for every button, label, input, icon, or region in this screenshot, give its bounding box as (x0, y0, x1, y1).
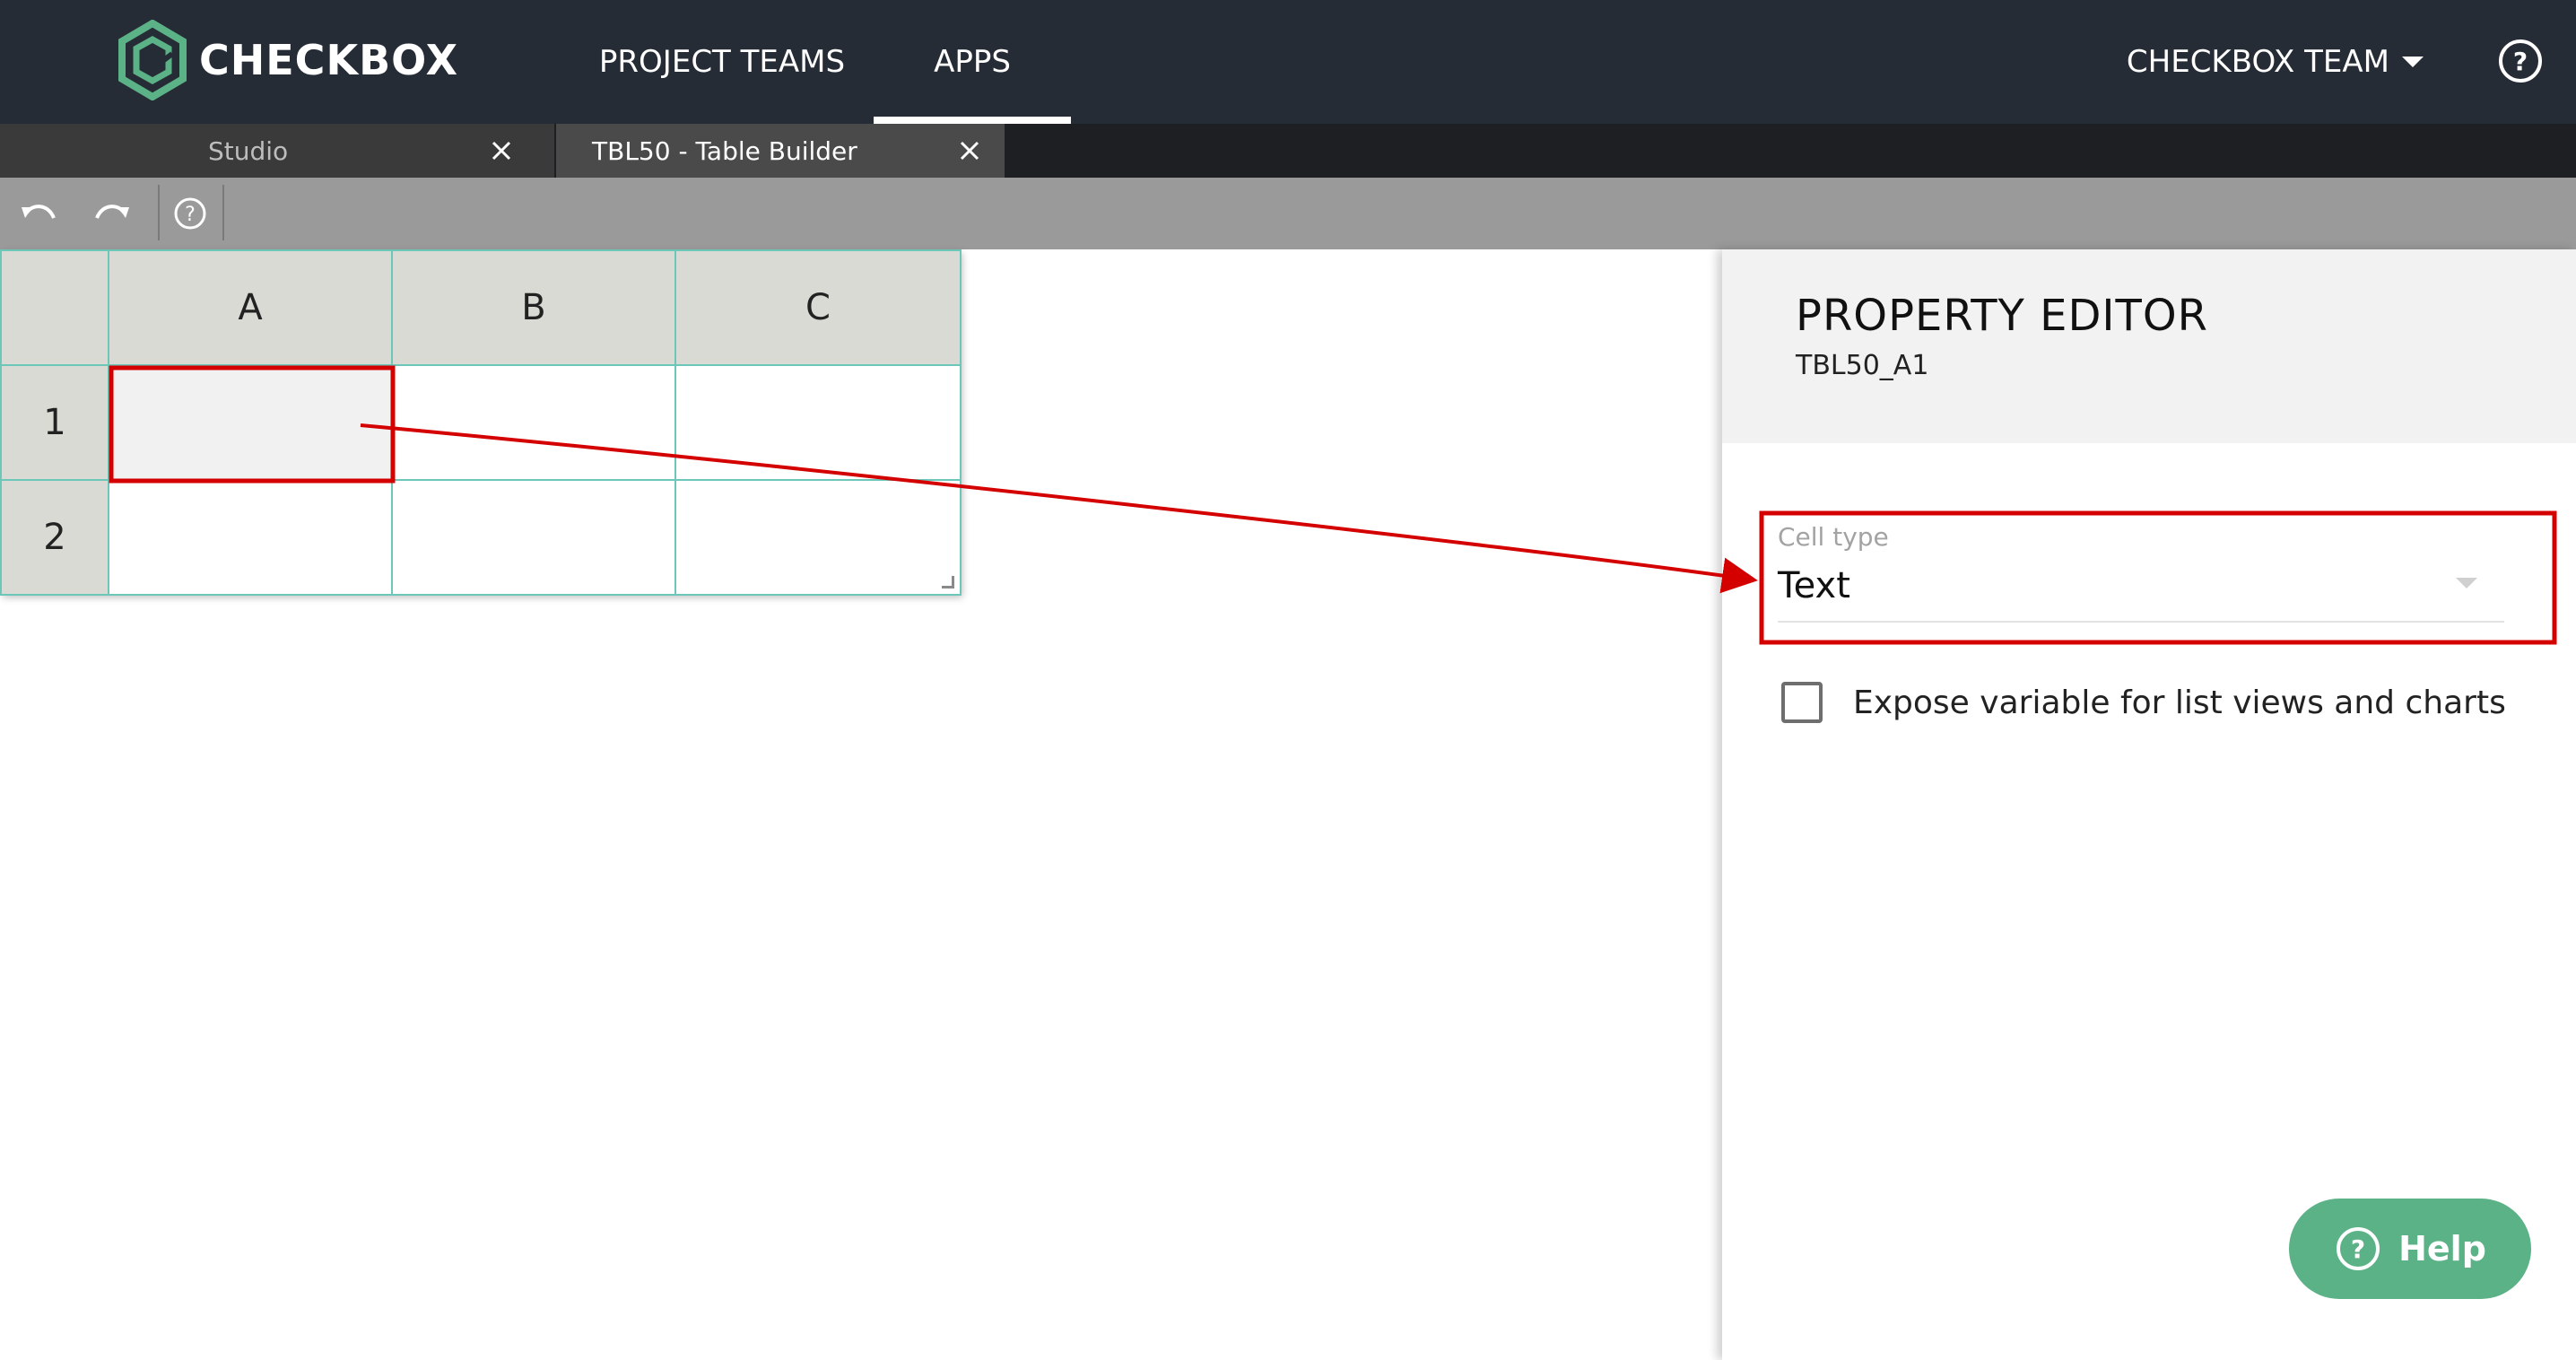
tab-studio[interactable]: Studio (0, 124, 554, 178)
top-navigation: CHECKBOX PROJECT TEAMS APPS CHECKBOX TEA… (0, 0, 2576, 124)
column-header-a[interactable]: A (108, 249, 393, 366)
field-underline (1778, 621, 2504, 623)
column-header-b[interactable]: B (391, 249, 676, 366)
question-circle-icon[interactable]: ? (2497, 38, 2544, 84)
redo-button[interactable] (90, 194, 133, 233)
property-editor-subtitle: TBL50_A1 (1796, 350, 1929, 381)
svg-text:?: ? (185, 204, 196, 226)
close-icon[interactable] (956, 137, 983, 164)
caret-down-icon (2402, 57, 2424, 67)
grid-resize-handle[interactable] (942, 576, 954, 588)
editor-toolbar: ? (0, 178, 2576, 249)
nav-project-teams[interactable]: PROJECT TEAMS (574, 0, 870, 124)
undo-button[interactable] (18, 194, 61, 233)
close-icon[interactable] (488, 137, 515, 164)
help-button-label: Help (2398, 1229, 2486, 1268)
undo-icon (22, 205, 56, 219)
column-header-c[interactable]: C (674, 249, 962, 366)
question-circle-icon: ? (2337, 1227, 2380, 1270)
nav-apps[interactable]: APPS (874, 0, 1071, 124)
cell-a2[interactable] (108, 479, 393, 596)
brand-logo[interactable]: CHECKBOX (117, 20, 458, 100)
brand-name: CHECKBOX (199, 36, 459, 84)
question-circle-icon: ? (174, 197, 206, 230)
cell-a1[interactable] (108, 364, 393, 481)
svg-text:?: ? (2351, 1234, 2365, 1264)
cell-b2[interactable] (391, 479, 676, 596)
row-header-2[interactable]: 2 (0, 479, 109, 596)
redo-icon (95, 205, 129, 219)
cell-type-select[interactable]: Cell type Text (1778, 519, 2522, 626)
tab-bar: Studio TBL50 - Table Builder (0, 124, 2576, 178)
row-header-1[interactable]: 1 (0, 364, 109, 481)
property-editor-panel: PROPERTY EDITOR TBL50_A1 Cell type Text … (1722, 249, 2576, 1360)
cell-c2[interactable] (674, 479, 962, 596)
team-dropdown[interactable]: CHECKBOX TEAM (2127, 0, 2424, 124)
expose-variable-option[interactable]: Expose variable for list views and chart… (1781, 680, 2506, 725)
svg-text:?: ? (2513, 47, 2528, 76)
team-label: CHECKBOX TEAM (2126, 44, 2389, 80)
cell-c1[interactable] (674, 364, 962, 481)
toolbar-divider (158, 185, 160, 240)
toolbar-divider (222, 185, 224, 240)
tab-table-builder[interactable]: TBL50 - Table Builder (556, 124, 1005, 178)
property-editor-header: PROPERTY EDITOR TBL50_A1 (1722, 249, 2576, 443)
cell-b1[interactable] (391, 364, 676, 481)
tab-label: TBL50 - Table Builder (592, 135, 857, 166)
grid-corner (0, 249, 109, 366)
expose-variable-checkbox[interactable] (1781, 682, 1823, 723)
cell-type-value: Text (1778, 565, 1850, 606)
cell-type-label: Cell type (1778, 522, 1889, 552)
toolbar-help-button[interactable]: ? (169, 194, 212, 233)
table-grid: A B C 1 2 (0, 249, 962, 596)
property-editor-title: PROPERTY EDITOR (1796, 291, 2209, 341)
help-button[interactable]: ? Help (2289, 1199, 2531, 1299)
expose-variable-label: Expose variable for list views and chart… (1853, 684, 2506, 721)
chevron-down-icon (2456, 578, 2477, 588)
checkbox-logo-icon (118, 20, 187, 100)
tab-label: Studio (208, 135, 289, 166)
